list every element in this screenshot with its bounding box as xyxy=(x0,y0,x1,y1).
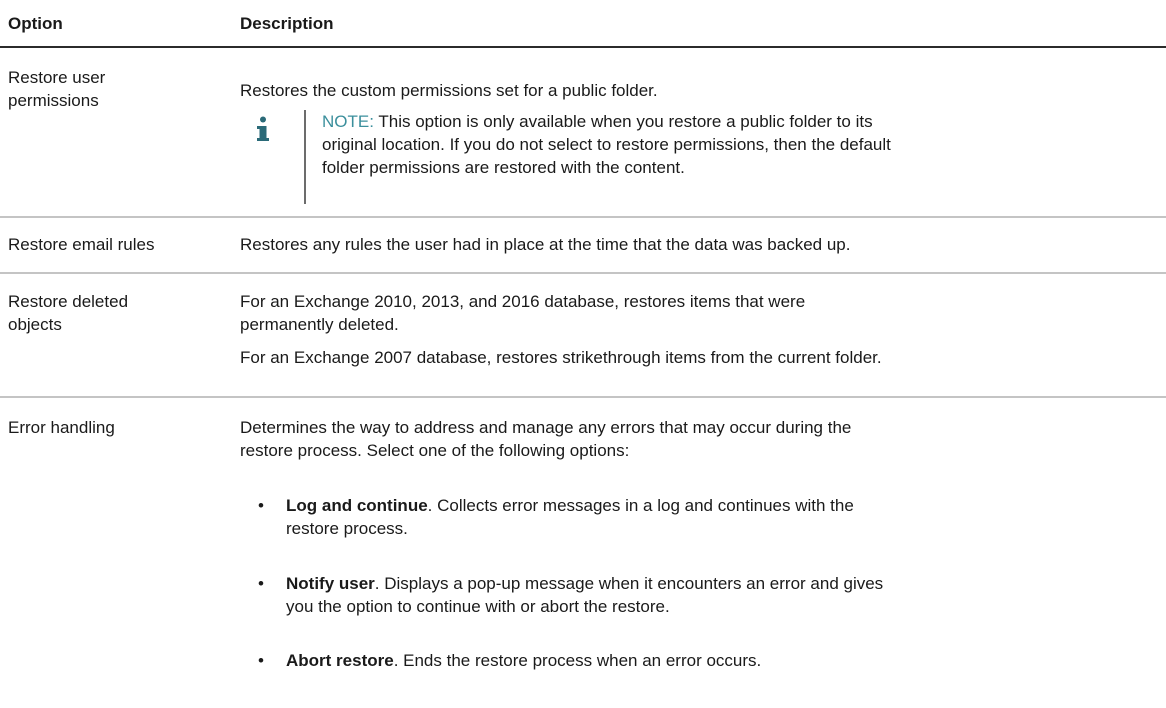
note-text: NOTE: This option is only available when… xyxy=(322,110,1162,179)
note-line: original location. If you do not select … xyxy=(322,135,891,154)
note-line: folder permissions are restored with the… xyxy=(322,158,685,177)
bullet-line: . Ends the restore process when an error… xyxy=(393,651,762,670)
option-line: objects xyxy=(8,315,62,334)
option-name: Restore email rules xyxy=(8,235,155,254)
table-header: Option Description xyxy=(0,0,1166,48)
table-row: Restore email rules Restores any rules t… xyxy=(0,218,1166,274)
bullet-line: restore process. xyxy=(286,519,408,538)
bullet-text: Log and continue. Collects error message… xyxy=(286,494,1146,540)
bullet-title: Abort restore xyxy=(286,651,394,670)
bullet-text: Notify user. Displays a pop-up message w… xyxy=(286,572,1146,618)
header-option: Option xyxy=(8,14,63,33)
note-callout: NOTE: This option is only available when… xyxy=(256,110,1136,204)
bullet-icon: • xyxy=(258,651,264,670)
bullet-icon: • xyxy=(258,574,264,593)
option-line: permissions xyxy=(8,91,99,110)
bullet-title: Log and continue xyxy=(286,496,428,515)
info-icon xyxy=(256,116,270,142)
description-line: permanently deleted. xyxy=(240,315,399,334)
bullet-title: Notify user xyxy=(286,574,375,593)
option-description: Restores any rules the user had in place… xyxy=(240,235,851,254)
description-line: Determines the way to address and manage… xyxy=(240,418,852,437)
description-text: Restores the custom permissions set for … xyxy=(240,81,658,100)
option-name: Restore user permissions xyxy=(8,66,228,112)
description-line: For an Exchange 2010, 2013, and 2016 dat… xyxy=(240,292,806,311)
bullet-line: . Displays a pop-up message when it enco… xyxy=(374,574,884,593)
table-row: Restore user permissions Restores the cu… xyxy=(0,48,1166,218)
table-row: Restore deleted objects For an Exchange … xyxy=(0,274,1166,398)
option-name: Error handling xyxy=(8,418,115,437)
bullet-line: you the option to continue with or abort… xyxy=(286,597,670,616)
note-divider xyxy=(304,110,306,204)
option-name: Restore deleted objects xyxy=(8,290,228,336)
bullet-line: . Collects error messages in a log and c… xyxy=(427,496,854,515)
option-line: Restore user xyxy=(8,68,106,87)
options-table: Option Description Restore user permissi… xyxy=(0,0,1166,708)
description-line: For an Exchange 2007 database, restores … xyxy=(240,348,882,367)
table-row: Error handling Determines the way to add… xyxy=(0,398,1166,708)
option-line: Restore deleted xyxy=(8,292,129,311)
description-line: restore process. Select one of the follo… xyxy=(240,441,630,460)
note-line: This option is only available when you r… xyxy=(373,112,873,131)
option-description: Determines the way to address and manage… xyxy=(240,416,1160,462)
option-description: For an Exchange 2010, 2013, and 2016 dat… xyxy=(240,290,1160,369)
header-description: Description xyxy=(240,14,334,33)
note-label: NOTE: xyxy=(322,112,374,131)
bullet-icon: • xyxy=(258,496,264,515)
option-description: Restores the custom permissions set for … xyxy=(240,79,1160,102)
bullet-text: Abort restore. Ends the restore process … xyxy=(286,649,1146,672)
